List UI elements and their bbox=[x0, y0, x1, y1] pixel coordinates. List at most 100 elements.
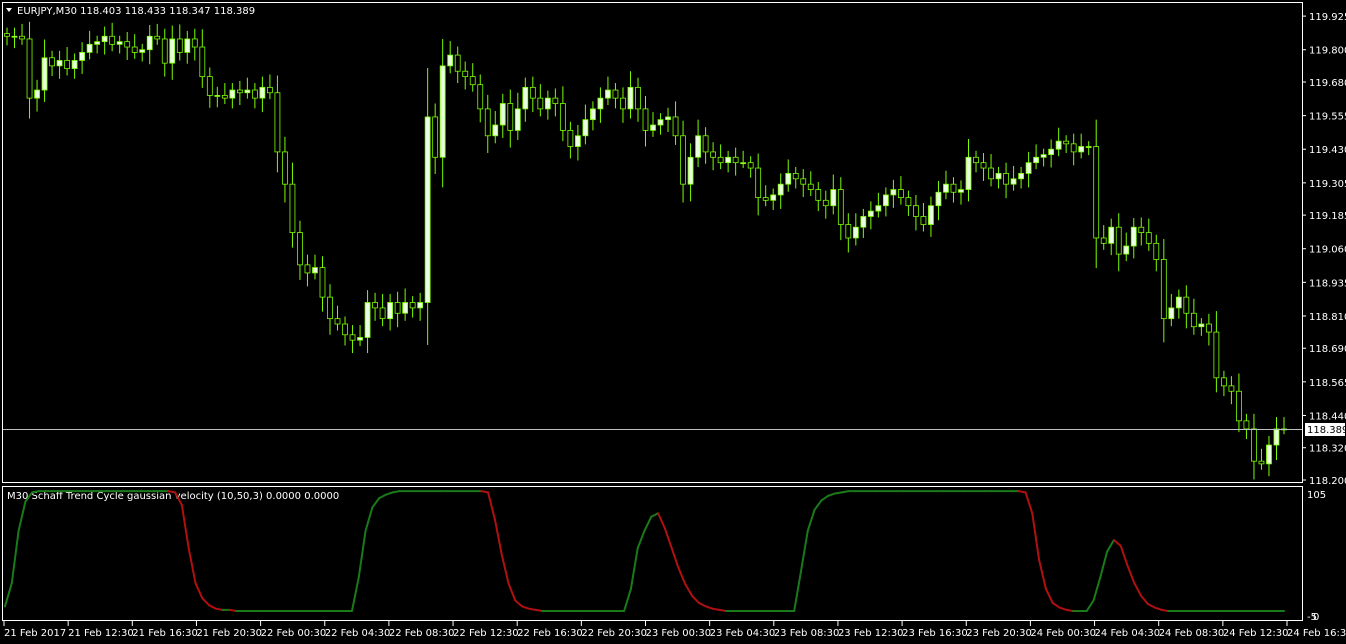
bear-candle bbox=[800, 178, 807, 185]
bull-candle bbox=[943, 183, 949, 193]
bull-candle bbox=[71, 60, 78, 69]
time-axis-label: 22 Feb 00:30 bbox=[261, 628, 327, 639]
bear-candle bbox=[289, 183, 296, 233]
bear-candle bbox=[792, 173, 799, 180]
bull-candle bbox=[259, 86, 266, 99]
bull-candle bbox=[582, 119, 589, 137]
bull-candle bbox=[1078, 146, 1085, 153]
bull-candle bbox=[1175, 296, 1182, 309]
bear-candle bbox=[1153, 242, 1160, 260]
bull-candle bbox=[687, 156, 694, 185]
bull-candle bbox=[590, 108, 596, 121]
stc-segment bbox=[833, 491, 843, 495]
bear-candle bbox=[342, 323, 348, 336]
bull-candle bbox=[1123, 245, 1130, 255]
bull-candle bbox=[995, 173, 1002, 180]
stc-segment bbox=[214, 607, 224, 611]
bear-candle bbox=[702, 135, 709, 153]
bear-candle bbox=[529, 86, 536, 99]
time-axis-label: 22 Feb 16:30 bbox=[517, 628, 583, 639]
chart-background bbox=[0, 0, 1346, 644]
bear-candle bbox=[1093, 146, 1100, 239]
bear-candle bbox=[327, 296, 333, 320]
bear-candle bbox=[717, 156, 724, 164]
time-axis-label: 22 Feb 04:30 bbox=[325, 628, 391, 639]
bull-candle bbox=[665, 116, 671, 121]
chart-window[interactable]: 119.925 119.800 119.680 119.555 119.430 119.3… bbox=[0, 0, 1346, 644]
bull-candle bbox=[387, 302, 394, 320]
stc-segment bbox=[718, 608, 728, 613]
bear-candle bbox=[251, 89, 258, 99]
bear-candle bbox=[612, 89, 619, 99]
bull-candle bbox=[882, 194, 889, 207]
bear-candle bbox=[1258, 460, 1265, 465]
bear-candle bbox=[1138, 226, 1145, 233]
bull-candle bbox=[1130, 226, 1137, 247]
bear-candle bbox=[1100, 237, 1107, 244]
bull-candle bbox=[597, 97, 604, 110]
stc-segment bbox=[711, 607, 721, 611]
bear-candle bbox=[267, 86, 273, 94]
time-axis-label: 23 Feb 04:30 bbox=[710, 628, 776, 639]
bear-candle bbox=[905, 197, 912, 207]
price-axis-label: 119.185 bbox=[1309, 211, 1346, 222]
stc-segment bbox=[527, 607, 537, 611]
bear-candle bbox=[176, 38, 183, 53]
bear-candle bbox=[988, 167, 994, 180]
time-axis-label: 22 Feb 20:30 bbox=[581, 628, 647, 639]
bear-candle bbox=[64, 60, 70, 69]
bear-candle bbox=[747, 162, 754, 169]
stc-segment bbox=[534, 608, 544, 613]
price-axis-label: 119.680 bbox=[1309, 78, 1346, 89]
bull-candle bbox=[958, 189, 964, 193]
price-axis-label: 119.060 bbox=[1309, 245, 1346, 256]
bull-candle bbox=[1085, 146, 1092, 148]
bull-candle bbox=[1273, 428, 1280, 446]
bull-candle bbox=[852, 226, 859, 239]
time-axis-label: 21 Feb 12:30 bbox=[68, 628, 134, 639]
bull-candle bbox=[1048, 148, 1055, 155]
bear-candle bbox=[920, 216, 927, 225]
bull-candle bbox=[605, 89, 611, 99]
price-axis-label: 119.555 bbox=[1309, 112, 1346, 123]
bull-candle bbox=[830, 189, 837, 207]
bear-candle bbox=[1243, 420, 1250, 430]
bear-candle bbox=[537, 97, 544, 110]
bull-candle bbox=[1033, 156, 1040, 164]
price-axis-label: 118.690 bbox=[1309, 344, 1346, 355]
bear-candle bbox=[1063, 140, 1070, 145]
time-axis-label: 24 Feb 12:30 bbox=[1223, 628, 1289, 639]
bear-candle bbox=[109, 35, 116, 45]
bull-candle bbox=[860, 216, 867, 228]
bull-candle bbox=[79, 52, 86, 61]
bull-candle bbox=[402, 302, 409, 314]
price-axis-label: 119.800 bbox=[1309, 46, 1346, 57]
time-axis-label: 21 Feb 16:30 bbox=[132, 628, 198, 639]
bear-candle bbox=[1070, 143, 1077, 153]
bull-candle bbox=[514, 108, 521, 131]
bull-candle bbox=[935, 191, 942, 207]
bear-candle bbox=[469, 76, 476, 86]
bear-candle bbox=[319, 267, 326, 298]
time-axis-label: 23 Feb 16:30 bbox=[902, 628, 968, 639]
bull-candle bbox=[657, 119, 664, 126]
bear-candle bbox=[950, 183, 957, 193]
bear-candle bbox=[477, 84, 484, 110]
bull-candle bbox=[499, 103, 506, 126]
bear-candle bbox=[4, 33, 10, 37]
bear-candle bbox=[304, 264, 311, 274]
stc-segment bbox=[228, 608, 238, 613]
bear-candle bbox=[334, 318, 341, 325]
bear-candle bbox=[1183, 296, 1190, 314]
bull-candle bbox=[11, 35, 18, 38]
bull-candle bbox=[627, 86, 634, 110]
bull-candle bbox=[229, 89, 236, 99]
bear-candle bbox=[154, 35, 161, 40]
bull-candle bbox=[650, 124, 656, 131]
bull-candle bbox=[890, 189, 897, 196]
stc-segment bbox=[840, 490, 850, 494]
bull-candle bbox=[544, 97, 551, 110]
time-axis-label: 22 Feb 08:30 bbox=[389, 628, 455, 639]
bear-candle bbox=[980, 162, 987, 169]
stc-segment bbox=[391, 490, 401, 494]
